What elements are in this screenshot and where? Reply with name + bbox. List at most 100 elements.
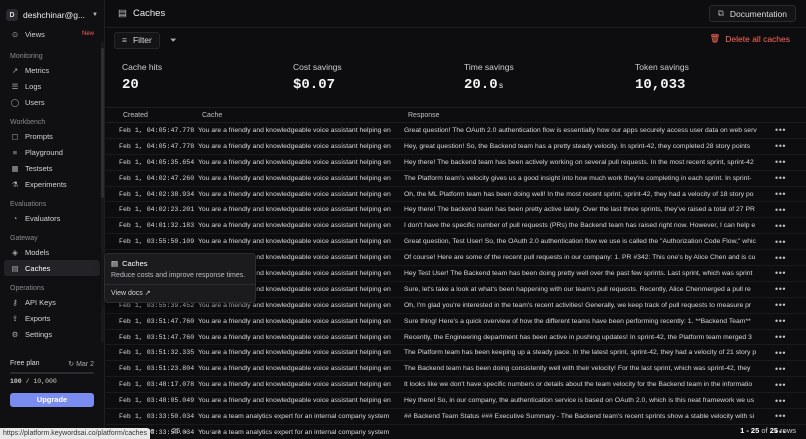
cell-response: The Platform team's velocity gives us a … [404, 174, 752, 182]
cell-created: Feb 1, 04:05:47.778 [119, 126, 195, 134]
table-row[interactable]: Feb 1, 04:02:38.934 You are a friendly an… [106, 187, 806, 203]
view-docs-link[interactable]: View docs ↗ [111, 289, 249, 297]
export-icon: ⇪ [11, 313, 19, 323]
cube-icon: ◈ [12, 247, 18, 257]
row-menu-icon[interactable]: ••• [775, 396, 786, 406]
row-menu-icon[interactable]: ••• [775, 157, 786, 167]
table-row[interactable]: Feb 1, 03:51:47.760 You are a friendly an… [106, 330, 806, 346]
upgrade-button[interactable]: Upgrade [10, 393, 94, 407]
row-menu-icon[interactable]: ••• [775, 205, 786, 215]
cell-response: Hey Test User! The Backend team has been… [404, 269, 753, 277]
sidebar-item-label: Playground [25, 147, 63, 157]
sidebar-item-api-keys[interactable]: ⚷ API Keys [0, 294, 104, 310]
sidebar-item-evaluators[interactable]: ◔ Evaluators [0, 210, 104, 226]
external-link-icon: ⧉ [717, 8, 724, 18]
sidebar-item-label: API Keys [25, 297, 56, 307]
row-menu-icon[interactable]: ••• [775, 173, 786, 183]
refresh-icon: ↻ [68, 361, 75, 368]
table-row[interactable]: Feb 1, 03:48:05.049 You are a friendly an… [106, 393, 806, 410]
funnel-icon[interactable]: ⏷ [170, 35, 177, 46]
row-menu-icon[interactable]: ••• [775, 348, 786, 358]
table-row[interactable]: Feb 1, 03:51:32.335 You are a friendly an… [106, 345, 806, 362]
row-menu-icon[interactable]: ••• [775, 268, 786, 278]
plan-usage-bar [10, 372, 94, 374]
sidebar-item-testsets[interactable]: ▦ Testsets [0, 160, 104, 176]
sliders-icon: ≡ [12, 147, 18, 157]
table-row[interactable]: Feb 1, 03:51:23.804 You are a friendly an… [106, 361, 806, 378]
table-row[interactable]: Feb 1, 04:01:32.183 You are a friendly an… [106, 218, 806, 235]
prev-page-icon[interactable]: ‹‹ [201, 426, 218, 435]
cell-response: Of course! Here are some of the recent p… [404, 254, 756, 262]
row-menu-icon[interactable]: ••• [775, 237, 786, 247]
row-menu-icon[interactable]: ••• [775, 125, 786, 135]
account-switcher[interactable]: D deshchinar@g... ▼ [0, 4, 104, 26]
row-menu-icon[interactable]: ••• [775, 380, 786, 390]
cell-created: Feb 1, 04:02:47.260 [119, 174, 195, 182]
plan-usage-count: 100 / 10,000 [10, 378, 57, 385]
section-gateway: Gateway [10, 234, 38, 242]
row-menu-icon[interactable]: ••• [775, 189, 786, 199]
table-row[interactable]: Feb 1, 03:55:50.109 You are a friendly an… [106, 234, 806, 251]
stat-cache-hits: Cache hits 20 [122, 62, 163, 93]
delete-all-caches-button[interactable]: 🗑 Delete all caches [709, 33, 790, 44]
column-created[interactable]: Created [123, 112, 148, 119]
filter-button[interactable]: ≡ Filter [114, 31, 160, 49]
sidebar-item-experiments[interactable]: ⚗ Experiments [0, 176, 104, 192]
table-row[interactable]: Feb 1, 04:05:35.654 You are a friendly an… [106, 155, 806, 171]
sidebar-item-settings[interactable]: ⚙ Settings [0, 326, 104, 342]
sidebar-item-metrics[interactable]: ↗ Metrics [0, 62, 104, 78]
stat-cost-savings: Cost savings $0.07 [293, 62, 342, 93]
plan-box: Free plan ↻ Mar 2 100 / 10,000 Upgrade [4, 358, 100, 407]
row-menu-icon[interactable]: ••• [775, 332, 786, 342]
column-cache[interactable]: Cache [202, 112, 222, 119]
database-icon: ▤ [11, 263, 19, 273]
sidebar-item-views[interactable]: ⊙ Views New [0, 26, 104, 42]
table-row[interactable]: Feb 1, 03:48:17.078 You are a friendly an… [106, 377, 806, 394]
sidebar-item-models[interactable]: ◈ Models [0, 244, 104, 260]
sidebar-item-label: Metrics [25, 65, 50, 75]
database-icon: ▤ [118, 8, 127, 19]
cell-created: Feb 1, 03:48:17.078 [119, 381, 195, 389]
row-menu-icon[interactable]: ••• [775, 221, 786, 231]
sidebar-item-label: Caches [25, 263, 51, 273]
table-row[interactable]: Feb 1, 03:51:47.760 You are a friendly an… [106, 314, 806, 330]
new-badge: New [81, 31, 94, 37]
sidebar-item-users[interactable]: ◯ Users [0, 94, 104, 110]
column-response[interactable]: Response [408, 112, 440, 119]
row-menu-icon[interactable]: ••• [775, 364, 786, 374]
table-header: Created Cache Response [106, 108, 806, 123]
sidebar-item-label: Users [25, 97, 45, 107]
sidebar-item-playground[interactable]: ≡ Playground [0, 144, 104, 160]
row-menu-icon[interactable]: ••• [775, 316, 786, 326]
sidebar-item-prompts[interactable]: ▢ Prompts [0, 128, 104, 144]
table-row[interactable]: Feb 1, 04:02:47.260 You are a friendly an… [106, 171, 806, 187]
rows-per-page-select[interactable]: 25 ⌄ [172, 426, 189, 435]
cell-cache: You are a friendly and knowledgeable voi… [198, 381, 391, 389]
sidebar-scrollbar-thumb[interactable] [101, 48, 104, 198]
next-page-icon[interactable]: › [218, 426, 227, 435]
stat-time-savings: Time savings 20.0s [464, 62, 514, 93]
row-menu-icon[interactable]: ••• [775, 284, 786, 294]
cell-response: Sure, let's take a look at what's been h… [404, 285, 751, 293]
documentation-button[interactable]: ⧉ Documentation [708, 5, 796, 22]
sidebar-item-label: Prompts [25, 131, 53, 141]
cell-created: Feb 1, 03:51:47.760 [119, 317, 195, 325]
row-menu-icon[interactable]: ••• [775, 141, 786, 151]
row-menu-icon[interactable]: ••• [775, 253, 786, 263]
sidebar-item-caches[interactable]: ▤ Caches [4, 260, 100, 276]
sidebar-item-logs[interactable]: ☰ Logs [0, 78, 104, 94]
status-bar-url: https://platform.keywordsai.co/platform/… [0, 428, 150, 439]
table-row[interactable]: Feb 1, 04:05:47.778 You are a friendly an… [106, 123, 806, 139]
cell-response: Hey there! So, in our company, the authe… [404, 397, 755, 405]
cell-created: Feb 1, 03:48:05.049 [119, 397, 195, 405]
table-row[interactable]: Feb 1, 04:05:47.778 You are a friendly an… [106, 139, 806, 155]
row-menu-icon[interactable]: ••• [775, 411, 786, 421]
cell-response: Hey there! The backend team has been act… [404, 158, 754, 166]
sidebar-item-exports[interactable]: ⇪ Exports [0, 310, 104, 326]
table-row[interactable]: Feb 1, 04:02:23.201 You are a friendly an… [106, 202, 806, 219]
row-menu-icon[interactable]: ••• [775, 300, 786, 310]
pagination-arrows[interactable]: ‹‹› [201, 426, 227, 435]
rows-count: 1 - 25 of 25 rows [740, 425, 796, 435]
cell-cache: You are a friendly and knowledgeable voi… [198, 222, 391, 230]
chevron-down-icon: ⌄ [182, 425, 189, 435]
